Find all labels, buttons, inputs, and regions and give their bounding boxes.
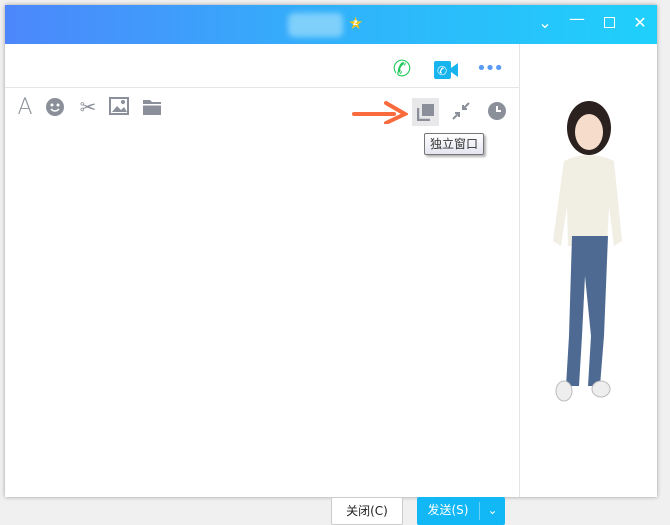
dropdown-button[interactable]: ⌄ <box>534 13 556 32</box>
send-button-group: 发送(S) ⌄ <box>417 497 505 525</box>
image-icon[interactable] <box>109 97 129 115</box>
pointer-arrow-annotation <box>352 101 408 124</box>
avatar-figure <box>553 101 622 402</box>
more-icon[interactable]: ••• <box>476 58 504 79</box>
video-call-icon[interactable]: ✆ <box>433 60 459 80</box>
chat-window: ★ z ⌄ — ✕ ✆ ✆ ••• A ✂ 关闭(C) 发送(S) ⌄ 独立窗口 <box>5 5 657 525</box>
shrink-icon[interactable] <box>451 101 471 121</box>
folder-icon[interactable] <box>142 99 162 115</box>
contact-name-blurred <box>288 13 343 37</box>
independent-window-icon[interactable] <box>412 98 439 126</box>
emoji-icon[interactable] <box>45 97 65 117</box>
title-bar[interactable]: ★ z ⌄ — ✕ <box>5 5 657 44</box>
tooltip: 独立窗口 <box>424 133 485 155</box>
history-clock-icon[interactable] <box>487 101 507 121</box>
send-button[interactable]: 发送(S) <box>417 497 479 525</box>
screenshot-scissors-icon[interactable]: ✂ <box>77 95 99 119</box>
font-icon[interactable]: A <box>14 95 36 120</box>
avatar-show-panel <box>519 44 657 497</box>
close-button[interactable]: ✕ <box>629 13 651 32</box>
chat-header: ✆ ✆ ••• <box>5 44 519 88</box>
minimize-button[interactable]: — <box>566 9 588 28</box>
svg-text:✆: ✆ <box>437 64 447 78</box>
chat-main: ✆ ✆ ••• A ✂ 关闭(C) 发送(S) ⌄ <box>5 44 519 525</box>
maximize-button[interactable] <box>598 13 620 32</box>
close-chat-button[interactable]: 关闭(C) <box>331 497 403 525</box>
qq-vip-star-icon: ★ z <box>348 14 364 34</box>
voice-call-icon[interactable]: ✆ <box>389 57 415 82</box>
